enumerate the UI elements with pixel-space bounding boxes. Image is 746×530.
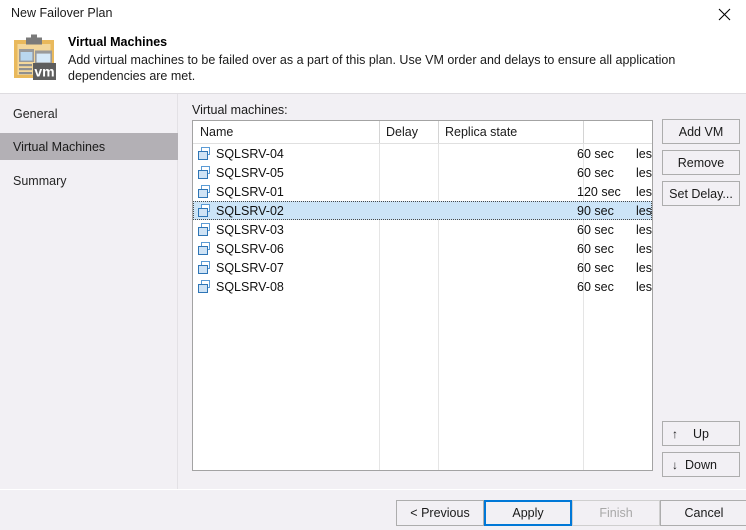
dialog-header: vm Virtual Machines Add virtual machines… <box>0 28 746 93</box>
cell-name: SQLSRV-08 <box>198 277 284 296</box>
page-title: Virtual Machines <box>68 34 167 50</box>
title-bar: New Failover Plan <box>0 0 746 28</box>
window-title: New Failover Plan <box>11 5 112 22</box>
cell-replica-state: less than a day ago (5:4... <box>636 182 653 201</box>
button-label: Up <box>693 427 709 441</box>
column-header-label: Replica state <box>445 125 517 139</box>
cell-delay: 60 sec <box>577 258 614 277</box>
close-icon[interactable] <box>702 0 746 28</box>
cell-delay: 60 sec <box>577 163 614 182</box>
table-row[interactable]: SQLSRV-01 120 sec less than a day ago (5… <box>193 182 652 201</box>
virtual-machine-replica-icon <box>198 166 213 179</box>
cancel-button[interactable]: Cancel <box>660 500 746 526</box>
button-label: < Previous <box>410 506 469 520</box>
cell-name: SQLSRV-07 <box>198 258 284 277</box>
table-row[interactable]: SQLSRV-04 60 sec less than a day ago (6:… <box>193 144 652 163</box>
cell-replica-state: less than a day ago (5:4... <box>636 163 653 182</box>
vm-name: SQLSRV-04 <box>216 147 284 161</box>
cell-replica-state: less than a day ago (5:4... <box>636 201 653 220</box>
vm-name: SQLSRV-03 <box>216 223 284 237</box>
finish-button: Finish <box>572 500 660 526</box>
cell-name: SQLSRV-04 <box>198 144 284 163</box>
move-up-button[interactable]: ↑ Up <box>662 421 740 446</box>
vm-name: SQLSRV-06 <box>216 242 284 256</box>
column-header-delay[interactable]: Delay <box>379 121 438 143</box>
table-row[interactable]: SQLSRV-08 60 sec less than a day ago (5:… <box>193 277 652 296</box>
arrow-down-icon: ↓ <box>672 459 678 471</box>
remove-button[interactable]: Remove <box>662 150 740 175</box>
sidebar-item-virtual-machines[interactable]: Virtual Machines <box>0 133 178 160</box>
vm-name: SQLSRV-08 <box>216 280 284 294</box>
virtual-machine-replica-icon <box>198 223 213 236</box>
table-row[interactable]: SQLSRV-03 60 sec less than a day ago (5:… <box>193 220 652 239</box>
cell-delay: 120 sec <box>577 182 621 201</box>
previous-button[interactable]: < Previous <box>396 500 484 526</box>
cell-name: SQLSRV-05 <box>198 163 284 182</box>
column-divider[interactable] <box>438 121 439 143</box>
button-label: Add VM <box>679 125 723 139</box>
apply-button[interactable]: Apply <box>484 500 572 526</box>
add-vm-button[interactable]: Add VM <box>662 119 740 144</box>
cell-name: SQLSRV-02 <box>198 201 284 220</box>
sidebar-item-general[interactable]: General <box>0 100 178 127</box>
sidebar-item-label: Virtual Machines <box>13 140 105 154</box>
dialog-footer: < Previous Apply Finish Cancel <box>0 489 746 530</box>
cell-replica-state: less than a day ago (5:4... <box>636 239 653 258</box>
set-delay-button[interactable]: Set Delay... <box>662 181 740 206</box>
button-label: Finish <box>599 506 632 520</box>
cell-replica-state: less than a day ago (5:4... <box>636 258 653 277</box>
virtual-machine-replica-icon <box>198 147 213 160</box>
vm-name: SQLSRV-01 <box>216 185 284 199</box>
cell-replica-state: less than a day ago (5:4... <box>636 277 653 296</box>
wizard-step-sidebar: General Virtual Machines Summary <box>0 94 178 489</box>
table-row[interactable]: SQLSRV-06 60 sec less than a day ago (5:… <box>193 239 652 258</box>
virtual-machine-replica-icon <box>198 204 213 217</box>
sidebar-item-label: Summary <box>13 174 66 188</box>
main-panel: Virtual machines: Name Delay Replica sta… <box>178 94 746 489</box>
column-divider[interactable] <box>379 121 380 143</box>
failover-plan-vm-icon: vm <box>11 33 59 81</box>
new-failover-plan-dialog: New Failover Plan <box>0 0 746 530</box>
button-label: Remove <box>678 156 725 170</box>
virtual-machines-list[interactable]: Name Delay Replica state SQLSRV-04 60 se… <box>192 120 653 471</box>
list-header-row: Name Delay Replica state <box>193 121 652 144</box>
sidebar-item-label: General <box>13 107 57 121</box>
vm-name: SQLSRV-02 <box>216 204 284 218</box>
table-row[interactable]: SQLSRV-07 60 sec less than a day ago (5:… <box>193 258 652 277</box>
column-header-label: Delay <box>386 125 418 139</box>
virtual-machine-replica-icon <box>198 185 213 198</box>
cell-delay: 60 sec <box>577 277 614 296</box>
arrow-up-icon: ↑ <box>672 428 678 440</box>
column-divider[interactable] <box>583 121 584 143</box>
cell-name: SQLSRV-01 <box>198 182 284 201</box>
column-header-label: Name <box>200 125 233 139</box>
virtual-machine-replica-icon <box>198 280 213 293</box>
move-down-button[interactable]: ↓ Down <box>662 452 740 477</box>
cell-replica-state: less than a day ago (6:1... <box>636 144 653 163</box>
virtual-machines-label: Virtual machines: <box>192 103 288 117</box>
vm-name: SQLSRV-05 <box>216 166 284 180</box>
button-label: Apply <box>512 506 543 520</box>
vm-name: SQLSRV-07 <box>216 261 284 275</box>
cell-replica-state: less than a day ago (5:4... <box>636 220 653 239</box>
button-label: Cancel <box>685 506 724 520</box>
list-rows: SQLSRV-04 60 sec less than a day ago (6:… <box>193 144 652 471</box>
page-description: Add virtual machines to be failed over a… <box>68 52 738 84</box>
table-row-selected[interactable]: SQLSRV-02 90 sec less than a day ago (5:… <box>193 201 652 220</box>
cell-delay: 60 sec <box>577 144 614 163</box>
button-label: Down <box>685 458 717 472</box>
sidebar-item-summary[interactable]: Summary <box>0 167 178 194</box>
cell-delay: 60 sec <box>577 220 614 239</box>
cell-name: SQLSRV-03 <box>198 220 284 239</box>
virtual-machine-replica-icon <box>198 242 213 255</box>
virtual-machine-replica-icon <box>198 261 213 274</box>
svg-text:vm: vm <box>34 64 54 80</box>
column-header-name[interactable]: Name <box>193 121 393 143</box>
column-header-replica-state[interactable]: Replica state <box>438 121 583 143</box>
cell-delay: 60 sec <box>577 239 614 258</box>
table-row[interactable]: SQLSRV-05 60 sec less than a day ago (5:… <box>193 163 652 182</box>
cell-delay: 90 sec <box>577 201 614 220</box>
button-label: Set Delay... <box>669 187 733 201</box>
cell-name: SQLSRV-06 <box>198 239 284 258</box>
